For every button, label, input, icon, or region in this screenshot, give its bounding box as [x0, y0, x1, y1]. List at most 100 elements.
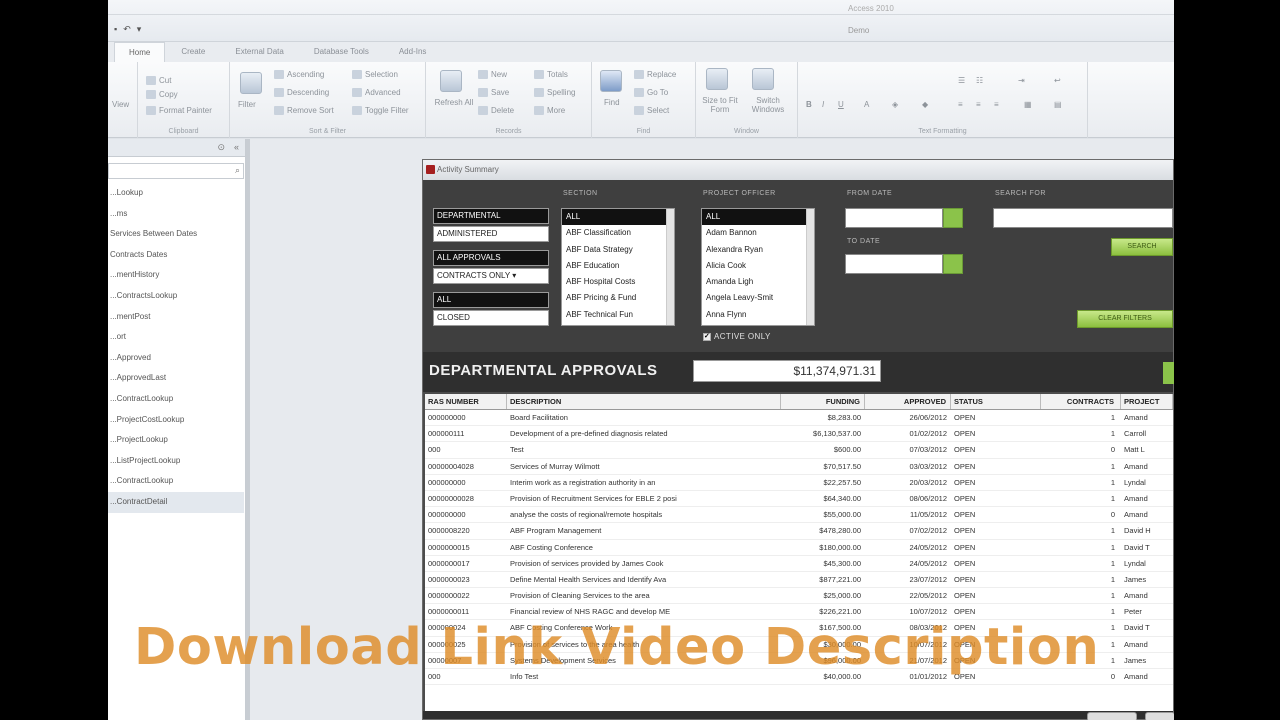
- toggle-filter-button[interactable]: Toggle Filter: [352, 106, 409, 116]
- table-row[interactable]: 000 Test $600.00 07/03/2012 OPEN 0 Matt L: [425, 442, 1173, 459]
- section-listbox[interactable]: ALL ABF Classification ABF Data Strategy…: [561, 208, 675, 326]
- highlight-icon[interactable]: ◈: [892, 100, 898, 109]
- nav-item[interactable]: ...mentPost: [108, 307, 244, 328]
- delete-record-button[interactable]: Delete: [478, 106, 514, 116]
- table-row[interactable]: 000000000 Board Facilitation $8,283.00 26/0…: [425, 410, 1173, 427]
- nav-item-selected[interactable]: ...ContractDetail: [108, 491, 244, 513]
- size-to-fit-icon[interactable]: [706, 68, 728, 90]
- search-input[interactable]: [993, 208, 1173, 228]
- dropdown-icon[interactable]: ▾: [137, 24, 142, 35]
- list-item[interactable]: ABF Education: [562, 258, 674, 274]
- list-item[interactable]: Angela Leavy-Smit: [702, 290, 814, 306]
- calendar-icon[interactable]: [943, 208, 963, 228]
- save-record-button[interactable]: Save: [478, 88, 509, 98]
- italic-icon[interactable]: I: [822, 100, 824, 109]
- nav-item[interactable]: ...ListProjectLookup: [108, 451, 244, 472]
- spelling-button[interactable]: Spelling: [534, 88, 575, 98]
- nav-item[interactable]: ...ContractsLookup: [108, 286, 244, 307]
- column-header[interactable]: DESCRIPTION: [507, 394, 781, 409]
- numbering-icon[interactable]: ☷: [976, 76, 983, 85]
- search-icon[interactable]: ⌕: [235, 165, 240, 176]
- copy-button[interactable]: Copy: [146, 90, 178, 100]
- filter-icon[interactable]: [240, 72, 262, 94]
- nav-options-icon[interactable]: ⊙: [217, 142, 225, 153]
- font-color-icon[interactable]: A: [864, 100, 869, 109]
- list-item[interactable]: ALL: [562, 209, 674, 226]
- scrollbar[interactable]: [806, 209, 814, 325]
- list-item[interactable]: ABF Hospital Costs: [562, 274, 674, 290]
- list-item[interactable]: Anna Flynn: [702, 307, 814, 323]
- list-item[interactable]: Amanda Ligh: [702, 274, 814, 290]
- table-row[interactable]: 0000000022 Provision of Cleaning Services…: [425, 588, 1173, 605]
- ascending-button[interactable]: Ascending: [274, 70, 324, 80]
- column-header[interactable]: FUNDING: [781, 394, 865, 409]
- list-item[interactable]: ALL: [702, 209, 814, 226]
- tab-external-data[interactable]: External Data: [221, 42, 297, 62]
- table-row[interactable]: 0000000017 Provision of services provided…: [425, 556, 1173, 572]
- tab-database-tools[interactable]: Database Tools: [300, 42, 383, 62]
- column-header[interactable]: APPROVED: [865, 394, 951, 409]
- remove-sort-button[interactable]: Remove Sort: [274, 106, 334, 116]
- export-button[interactable]: [1163, 362, 1174, 384]
- underline-icon[interactable]: U: [838, 100, 844, 109]
- table-row[interactable]: 000000111 Development of a pre-defined di…: [425, 426, 1173, 443]
- table-row[interactable]: 0000008220 ABF Program Management $478,280…: [425, 523, 1173, 540]
- calendar-icon[interactable]: [943, 254, 963, 274]
- to-date-input[interactable]: [845, 254, 943, 274]
- find-button[interactable]: Find: [604, 98, 620, 107]
- table-row[interactable]: 0000000015 ABF Costing Conference $180,000…: [425, 540, 1173, 556]
- search-button[interactable]: SEARCH: [1111, 238, 1173, 256]
- status-combo-option[interactable]: CLOSED: [433, 310, 549, 326]
- refresh-all-button[interactable]: Refresh All: [434, 98, 474, 107]
- table-row[interactable]: 00000000028 Provision of Recruitment Serv…: [425, 491, 1173, 508]
- nav-item[interactable]: Services Between Dates: [108, 224, 244, 245]
- new-record-button[interactable]: New: [478, 70, 507, 80]
- indent-icon[interactable]: ⇥: [1018, 76, 1025, 85]
- more-button[interactable]: More: [534, 106, 565, 116]
- go-to-button[interactable]: Go To: [634, 88, 668, 98]
- bold-icon[interactable]: B: [806, 100, 812, 109]
- nav-item[interactable]: ...ms: [108, 204, 244, 225]
- format-painter-button[interactable]: Format Painter: [146, 106, 212, 116]
- nav-item[interactable]: ...Approved: [108, 348, 244, 369]
- save-icon[interactable]: ▪: [114, 24, 117, 35]
- alternate-fill-icon[interactable]: ▤: [1054, 100, 1062, 109]
- bullets-icon[interactable]: ☰: [958, 76, 965, 85]
- from-date-input[interactable]: [845, 208, 943, 228]
- collapse-pane-icon[interactable]: «: [234, 142, 239, 152]
- chevron-down-icon[interactable]: ▾: [512, 271, 516, 280]
- nav-item[interactable]: ...ContractLookup: [108, 389, 244, 410]
- column-header[interactable]: RAS NUMBER: [425, 394, 507, 409]
- nav-item[interactable]: ...ApprovedLast: [108, 368, 244, 389]
- active-only-checkbox[interactable]: ✓ ACTIVE ONLY: [703, 332, 771, 341]
- text-direction-icon[interactable]: ↩: [1054, 76, 1061, 85]
- view-button[interactable]: View: [112, 100, 129, 109]
- switch-windows-icon[interactable]: [752, 68, 774, 90]
- gridlines-icon[interactable]: ▦: [1024, 100, 1032, 109]
- type-combo-option[interactable]: ADMINISTERED: [433, 226, 549, 242]
- approvals-combo-value[interactable]: CONTRACTS ONLY ▾: [433, 268, 549, 284]
- table-row[interactable]: 0000000023 Define Mental Health Services …: [425, 572, 1173, 589]
- align-left-icon[interactable]: ≡: [958, 100, 963, 109]
- undo-icon[interactable]: ↶: [123, 24, 131, 35]
- nav-item[interactable]: ...ProjectCostLookup: [108, 410, 244, 431]
- type-combo-selected[interactable]: DEPARTMENTAL: [433, 208, 549, 224]
- filter-button[interactable]: Filter: [238, 100, 256, 109]
- list-item[interactable]: Alexandra Ryan: [702, 242, 814, 258]
- list-item[interactable]: ABF Pricing & Fund: [562, 290, 674, 306]
- replace-button[interactable]: Replace: [634, 70, 676, 80]
- table-row[interactable]: 000000000 Interim work as a registration …: [425, 475, 1173, 491]
- nav-pane-header[interactable]: ⊙ «: [108, 139, 245, 157]
- approvals-combo-selected[interactable]: ALL APPROVALS: [433, 250, 549, 266]
- nav-item[interactable]: ...ProjectLookup: [108, 430, 244, 451]
- clear-filters-button[interactable]: CLEAR FILTERS: [1077, 310, 1173, 328]
- refresh-icon[interactable]: [440, 70, 462, 92]
- scrollbar[interactable]: [666, 209, 674, 325]
- column-header[interactable]: CONTRACTS: [1041, 394, 1121, 409]
- nav-item[interactable]: ...ort: [108, 327, 244, 348]
- nav-item[interactable]: ...mentHistory: [108, 265, 244, 286]
- tab-home[interactable]: Home: [114, 42, 166, 62]
- list-item[interactable]: ABF Classification: [562, 225, 674, 241]
- totals-button[interactable]: Totals: [534, 70, 568, 80]
- align-center-icon[interactable]: ≡: [976, 100, 981, 109]
